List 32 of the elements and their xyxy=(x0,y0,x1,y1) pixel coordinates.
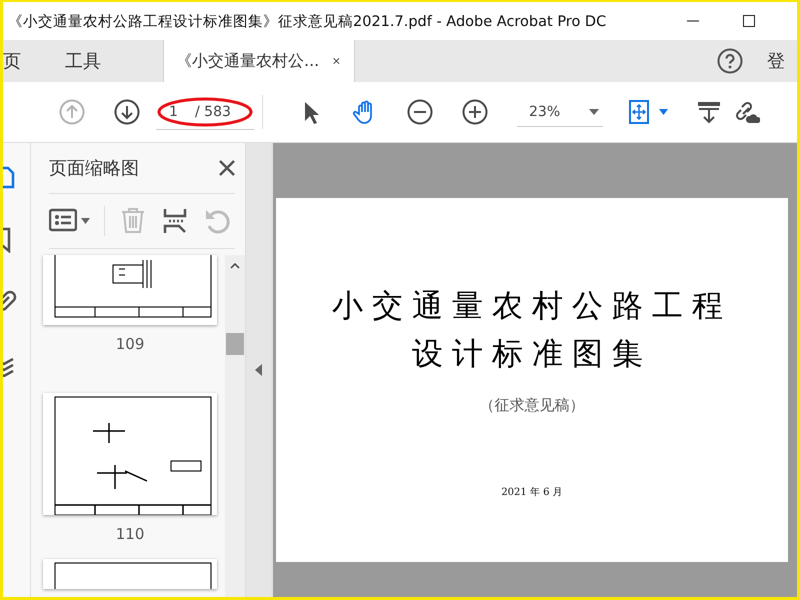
tab[interactable]: 工具 xyxy=(51,40,115,82)
panel-title: 页面缩略图 xyxy=(49,157,139,180)
document-title: 设计标准图集 xyxy=(412,335,652,374)
page-thumbnail[interactable] xyxy=(43,393,218,515)
caret-icon xyxy=(589,108,599,114)
help-icon[interactable] xyxy=(717,48,743,74)
scrollbar-thumb[interactable] xyxy=(226,333,244,355)
zoom-out-icon[interactable] xyxy=(407,99,435,125)
page-count: / 583 xyxy=(194,104,231,120)
page-number-field[interactable]: 1 xyxy=(156,104,191,120)
document-title: 小交通量农村公路工程 xyxy=(332,287,732,326)
maximize-icon[interactable] xyxy=(743,15,755,27)
window-title: 《小交通量农村公路工程设计标准图集》征求意见稿2021.7.pdf - Adobe Acrobat Pro DC xyxy=(7,12,608,30)
scroll-up-icon[interactable] xyxy=(230,263,240,269)
document-date: 2021 年 6 月 xyxy=(501,486,563,499)
page-number-label: 109 xyxy=(116,335,144,353)
tab[interactable]: 页 xyxy=(3,40,35,82)
tab[interactable]: 《小交通量农村公... xyxy=(163,40,355,82)
caret-icon[interactable] xyxy=(659,109,668,115)
page-thumbnail[interactable] xyxy=(43,559,218,589)
document-subtitle: （征求意见稿） xyxy=(480,396,584,415)
insert-page-icon[interactable] xyxy=(161,207,189,235)
collapse-arrow-icon[interactable] xyxy=(255,364,262,376)
down-arrow-circle-icon[interactable] xyxy=(114,99,142,125)
sign-in-link[interactable]: 登 xyxy=(767,49,797,73)
page-thumbnail[interactable] xyxy=(43,255,218,325)
zoom-in-icon[interactable] xyxy=(462,99,490,125)
close-icon[interactable] xyxy=(219,160,235,176)
close-icon[interactable] xyxy=(333,56,340,66)
caret-icon[interactable] xyxy=(81,218,90,224)
page-number-label: 110 xyxy=(116,525,144,543)
zoom-dropdown[interactable]: 23% xyxy=(517,97,603,127)
